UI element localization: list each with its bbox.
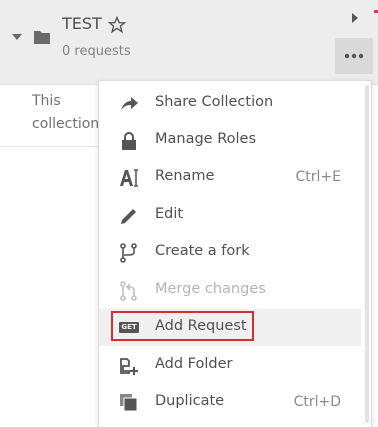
divider bbox=[0, 146, 110, 147]
caret-down-icon[interactable] bbox=[12, 34, 22, 40]
menu-item-label: Edit bbox=[155, 206, 184, 222]
get-badge: GET bbox=[119, 322, 139, 333]
shortcut-hint: Ctrl+E bbox=[295, 169, 342, 185]
merge-icon bbox=[120, 281, 137, 301]
collection-context-menu: Share Collection Manage Roles Rename Ctr… bbox=[98, 80, 372, 427]
menu-item-label: Merge changes bbox=[155, 281, 266, 297]
lock-icon bbox=[122, 132, 136, 150]
collection-name: TEST bbox=[62, 14, 102, 33]
menu-item-edit[interactable]: Edit bbox=[99, 197, 361, 234]
more-icon bbox=[344, 53, 364, 59]
menu-item-label: Rename bbox=[155, 168, 215, 184]
menu-item-label: Add Folder bbox=[155, 356, 233, 372]
star-icon[interactable] bbox=[108, 16, 126, 34]
fork-icon bbox=[120, 243, 137, 263]
edge-marker bbox=[374, 10, 378, 13]
menu-item-label: Manage Roles bbox=[155, 131, 257, 147]
expand-arrow-icon[interactable] bbox=[340, 8, 370, 28]
menu-item-duplicate[interactable]: Duplicate Ctrl+D bbox=[99, 384, 361, 421]
pencil-icon bbox=[121, 209, 136, 224]
request-count: 0 requests bbox=[62, 44, 131, 59]
folder-icon bbox=[34, 31, 50, 44]
rename-icon bbox=[120, 169, 138, 187]
get-request-icon: GET bbox=[119, 318, 139, 338]
collection-header[interactable]: TEST 0 requests bbox=[0, 0, 378, 85]
menu-item-label: Duplicate bbox=[155, 393, 225, 409]
add-folder-icon bbox=[120, 358, 138, 375]
menu-item-share-collection[interactable]: Share Collection bbox=[99, 85, 361, 122]
menu-item-add-folder[interactable]: Add Folder bbox=[99, 347, 361, 384]
menu-item-label: Add Request bbox=[155, 318, 247, 334]
menu-item-add-request[interactable]: GET Add Request bbox=[99, 309, 361, 346]
share-icon bbox=[121, 97, 138, 110]
menu-item-merge-changes: Merge changes bbox=[99, 272, 361, 309]
shortcut-hint: Ctrl+D bbox=[293, 394, 341, 410]
more-actions-button[interactable] bbox=[335, 38, 373, 74]
menu-item-create-fork[interactable]: Create a fork bbox=[99, 234, 361, 271]
scrollbar[interactable] bbox=[365, 85, 369, 423]
menu-item-label: Share Collection bbox=[155, 94, 274, 110]
menu-item-label: Create a fork bbox=[155, 243, 250, 259]
duplicate-icon bbox=[120, 394, 138, 412]
menu-item-rename[interactable]: Rename Ctrl+E bbox=[99, 159, 361, 196]
menu-item-manage-roles[interactable]: Manage Roles bbox=[99, 122, 361, 159]
